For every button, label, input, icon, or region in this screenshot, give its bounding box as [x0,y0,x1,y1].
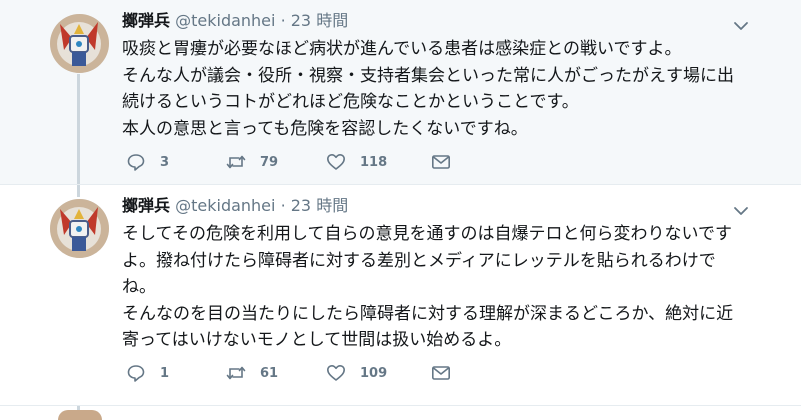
avatar[interactable] [50,199,109,258]
display-name[interactable]: 擲弾兵 [122,11,170,30]
reply-button[interactable]: 1 [126,363,226,383]
timestamp[interactable]: 23 時間 [291,196,348,215]
retweet-count: 61 [260,365,279,381]
separator: · [280,11,286,30]
tweet-actions: 3 79 118 [126,150,531,174]
retweet-icon [226,155,246,169]
heart-icon [327,365,345,381]
avatar[interactable] [50,14,109,73]
thread-line [77,185,80,197]
chevron-down-icon[interactable] [733,18,749,34]
tweet-actions: 1 61 109 [126,361,531,385]
tweet-header: 擲弾兵 @tekidanhei · 23 時間 [122,195,741,217]
tweet-text: 吸痰と胃瘻が必要なほど病状が進んでいる患者は感染症との戦いですよ。 そんな人が議… [122,39,734,139]
avatar-image [50,199,109,258]
heart-icon [327,154,345,170]
reply-icon [127,365,145,382]
next-tweet-peek[interactable] [0,406,801,420]
like-count: 118 [360,154,388,170]
reply-button[interactable]: 3 [126,152,226,172]
tweet[interactable]: 擲弾兵 @tekidanhei · 23 時間 吸痰と胃瘻が必要なほど病状が進ん… [0,0,801,185]
like-count: 109 [360,365,388,381]
tweet[interactable]: 擲弾兵 @tekidanhei · 23 時間 そしてその危険を利用して自らの意… [0,185,801,406]
reply-count: 3 [160,154,170,170]
avatar [58,410,102,420]
like-button[interactable]: 109 [326,363,431,383]
chevron-down-icon[interactable] [733,203,749,219]
retweet-icon [226,366,246,380]
user-handle[interactable]: @tekidanhei [175,11,275,30]
retweet-button[interactable]: 61 [226,363,326,383]
reply-count: 1 [160,365,170,381]
retweet-count: 79 [260,154,279,170]
like-button[interactable]: 118 [326,152,431,172]
retweet-button[interactable]: 79 [226,152,326,172]
user-handle[interactable]: @tekidanhei [175,196,275,215]
reply-icon [127,154,145,171]
display-name[interactable]: 擲弾兵 [122,196,170,215]
envelope-icon [431,155,450,169]
thread-line [77,74,80,184]
timestamp[interactable]: 23 時間 [291,11,348,30]
tweet-header: 擲弾兵 @tekidanhei · 23 時間 [122,10,741,32]
direct-message-button[interactable] [431,363,531,383]
direct-message-button[interactable] [431,152,531,172]
avatar-image [50,14,109,73]
envelope-icon [431,366,450,380]
separator: · [280,196,286,215]
tweet-text: そしてその危険を利用して自らの意見を通すのは自爆テロと何ら変わりないですよ。撥ね… [122,224,734,350]
